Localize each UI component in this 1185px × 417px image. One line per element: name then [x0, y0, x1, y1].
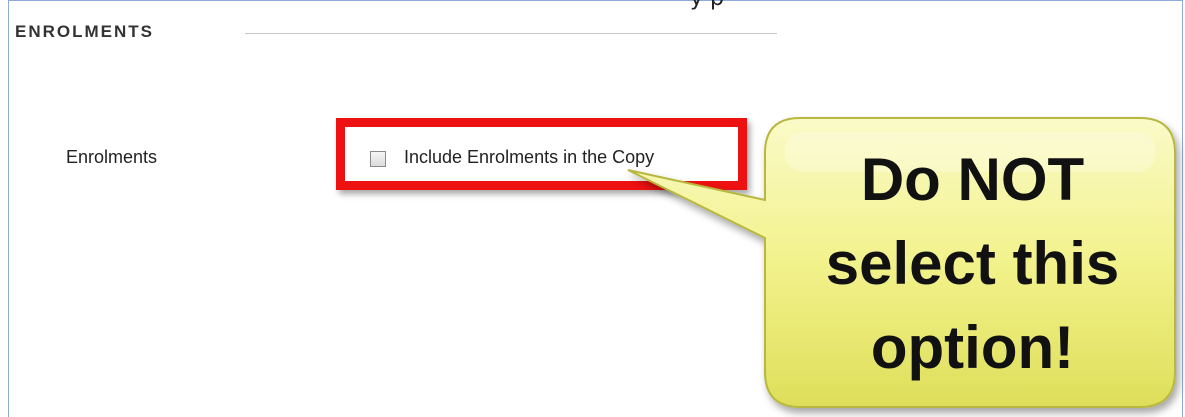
- callout-text: Do NOT select this option!: [770, 138, 1175, 390]
- callout-line-2: select this: [825, 230, 1120, 297]
- callout-line-1: Do NOT: [860, 146, 1085, 213]
- callout-line-3: option!: [870, 314, 1075, 381]
